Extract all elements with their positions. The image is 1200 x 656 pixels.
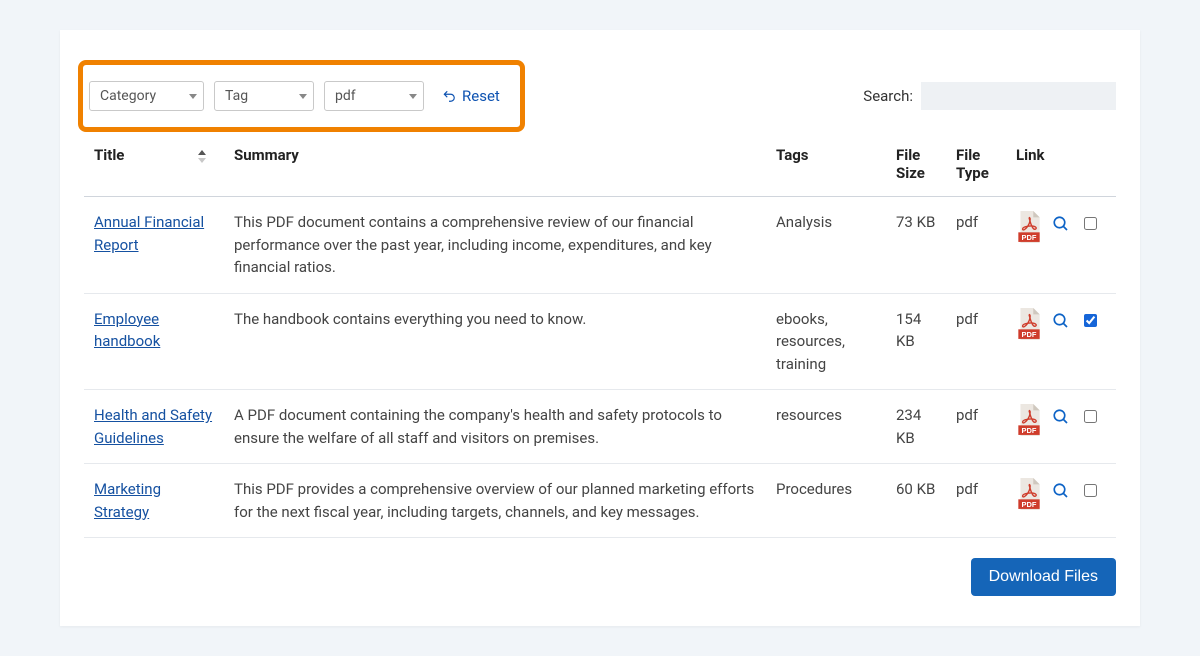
document-size: 60 KB [886,464,946,538]
undo-icon [442,89,456,103]
filters-highlight: Category Tag pdf Reset [78,60,525,132]
svg-text:PDF: PDF [1022,500,1037,509]
link-cell: PDF [1016,211,1106,243]
preview-icon[interactable] [1052,408,1070,426]
link-cell: PDF [1016,478,1106,510]
table-row: Health and Safety Guidelines A PDF docume… [84,390,1116,464]
document-title-link[interactable]: Employee handbook [94,310,160,351]
column-header-summary[interactable]: Summary [224,136,766,197]
document-type: pdf [946,464,1006,538]
document-summary: A PDF document containing the company's … [224,390,766,464]
document-size: 73 KB [886,197,946,294]
category-select-value: Category [100,88,156,104]
column-header-title[interactable]: Title [84,136,224,197]
preview-icon[interactable] [1052,482,1070,500]
column-header-tags[interactable]: Tags [766,136,886,197]
pdf-file-icon: PDF [1016,211,1042,243]
preview-icon[interactable] [1052,312,1070,330]
column-header-title-label: Title [94,146,124,164]
category-select[interactable]: Category [89,81,204,111]
row-select-checkbox[interactable] [1084,217,1097,230]
table-row: Employee handbook The handbook contains e… [84,293,1116,390]
pdf-file-icon: PDF [1016,308,1042,340]
pdf-file-icon: PDF [1016,404,1042,436]
filetype-select-value: pdf [335,88,356,104]
document-size: 154 KB [886,293,946,390]
document-tags: resources [766,390,886,464]
chevron-down-icon [299,94,307,99]
document-tags: Analysis [766,197,886,294]
row-select-checkbox[interactable] [1084,314,1097,327]
reset-label: Reset [462,87,500,105]
filetype-select[interactable]: pdf [324,81,424,111]
chevron-down-icon [409,94,417,99]
row-select-checkbox[interactable] [1084,484,1097,497]
row-select-checkbox[interactable] [1084,410,1097,423]
column-header-size[interactable]: File Size [886,136,946,197]
document-title-link[interactable]: Health and Safety Guidelines [94,406,212,447]
toolbar: Category Tag pdf Reset Search: [84,60,1116,132]
document-summary: The handbook contains everything you nee… [224,293,766,390]
link-cell: PDF [1016,308,1106,340]
tag-select[interactable]: Tag [214,81,314,111]
document-tags: ebooks, resources, training [766,293,886,390]
search-wrap: Search: [863,82,1116,110]
document-tags: Procedures [766,464,886,538]
pdf-file-icon: PDF [1016,478,1042,510]
sort-desc-icon [198,158,206,163]
column-header-type[interactable]: File Type [946,136,1006,197]
documents-table: Title Summary Tags File Size File Type L… [84,136,1116,538]
document-size: 234 KB [886,390,946,464]
document-title-link[interactable]: Annual Financial Report [94,213,204,254]
svg-text:PDF: PDF [1022,233,1037,242]
link-cell: PDF [1016,404,1106,436]
svg-text:PDF: PDF [1022,329,1037,338]
table-row: Marketing Strategy This PDF provides a co… [84,464,1116,538]
document-listing-panel: Category Tag pdf Reset Search: [60,30,1140,626]
chevron-down-icon [189,94,197,99]
tag-select-value: Tag [225,88,248,104]
document-summary: This PDF provides a comprehensive overvi… [224,464,766,538]
table-row: Annual Financial Report This PDF document… [84,197,1116,294]
reset-button[interactable]: Reset [442,87,500,105]
preview-icon[interactable] [1052,215,1070,233]
column-header-link[interactable]: Link [1006,136,1116,197]
search-label: Search: [863,87,913,105]
download-files-button[interactable]: Download Files [971,558,1116,596]
sort-indicator [198,150,206,163]
document-type: pdf [946,197,1006,294]
sort-asc-icon [198,150,206,155]
search-input[interactable] [921,82,1116,110]
document-summary: This PDF document contains a comprehensi… [224,197,766,294]
table-footer: Download Files [84,558,1116,596]
document-type: pdf [946,390,1006,464]
svg-text:PDF: PDF [1022,426,1037,435]
document-title-link[interactable]: Marketing Strategy [94,480,161,521]
document-type: pdf [946,293,1006,390]
